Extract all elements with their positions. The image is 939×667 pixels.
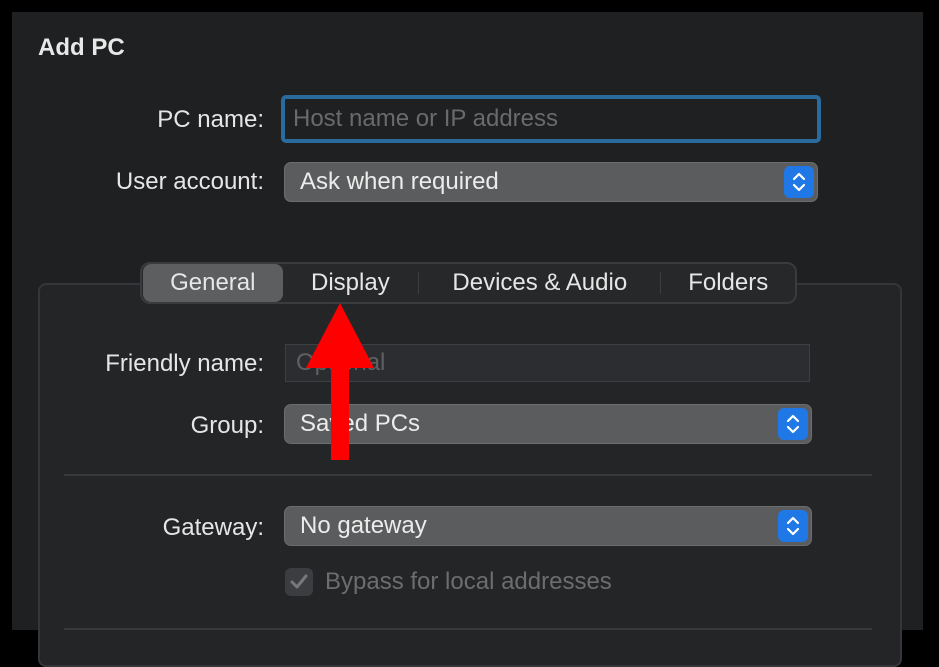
- user-account-value: Ask when required: [300, 168, 499, 195]
- bypass-local-label: Bypass for local addresses: [325, 568, 612, 595]
- chevron-updown-icon: [778, 408, 808, 440]
- group-select[interactable]: Saved PCs: [284, 404, 812, 444]
- tab-folders[interactable]: Folders: [661, 264, 795, 302]
- section-divider: [64, 628, 872, 630]
- chevron-updown-icon: [778, 510, 808, 542]
- friendly-name-label: Friendly name:: [105, 350, 264, 377]
- tab-devices-audio[interactable]: Devices & Audio: [419, 264, 660, 302]
- pc-name-input[interactable]: [281, 95, 821, 143]
- user-account-label: User account:: [115, 168, 264, 195]
- pc-name-label: PC name:: [157, 106, 264, 133]
- group-value: Saved PCs: [300, 410, 421, 437]
- friendly-name-input[interactable]: [285, 344, 810, 382]
- gateway-label: Gateway:: [162, 514, 264, 541]
- checkmark-icon: [290, 574, 308, 589]
- bypass-local-checkbox[interactable]: [285, 568, 313, 596]
- gateway-value: No gateway: [300, 512, 427, 539]
- gateway-select[interactable]: No gateway: [284, 506, 812, 546]
- user-account-select[interactable]: Ask when required: [284, 162, 818, 202]
- dialog-title: Add PC: [38, 34, 125, 61]
- section-divider: [64, 474, 872, 476]
- tab-bar: General Display Devices & Audio Folders: [140, 262, 797, 304]
- tab-display[interactable]: Display: [283, 264, 419, 302]
- tab-general[interactable]: General: [143, 264, 283, 302]
- chevron-updown-icon: [784, 166, 814, 198]
- group-label: Group:: [190, 412, 264, 439]
